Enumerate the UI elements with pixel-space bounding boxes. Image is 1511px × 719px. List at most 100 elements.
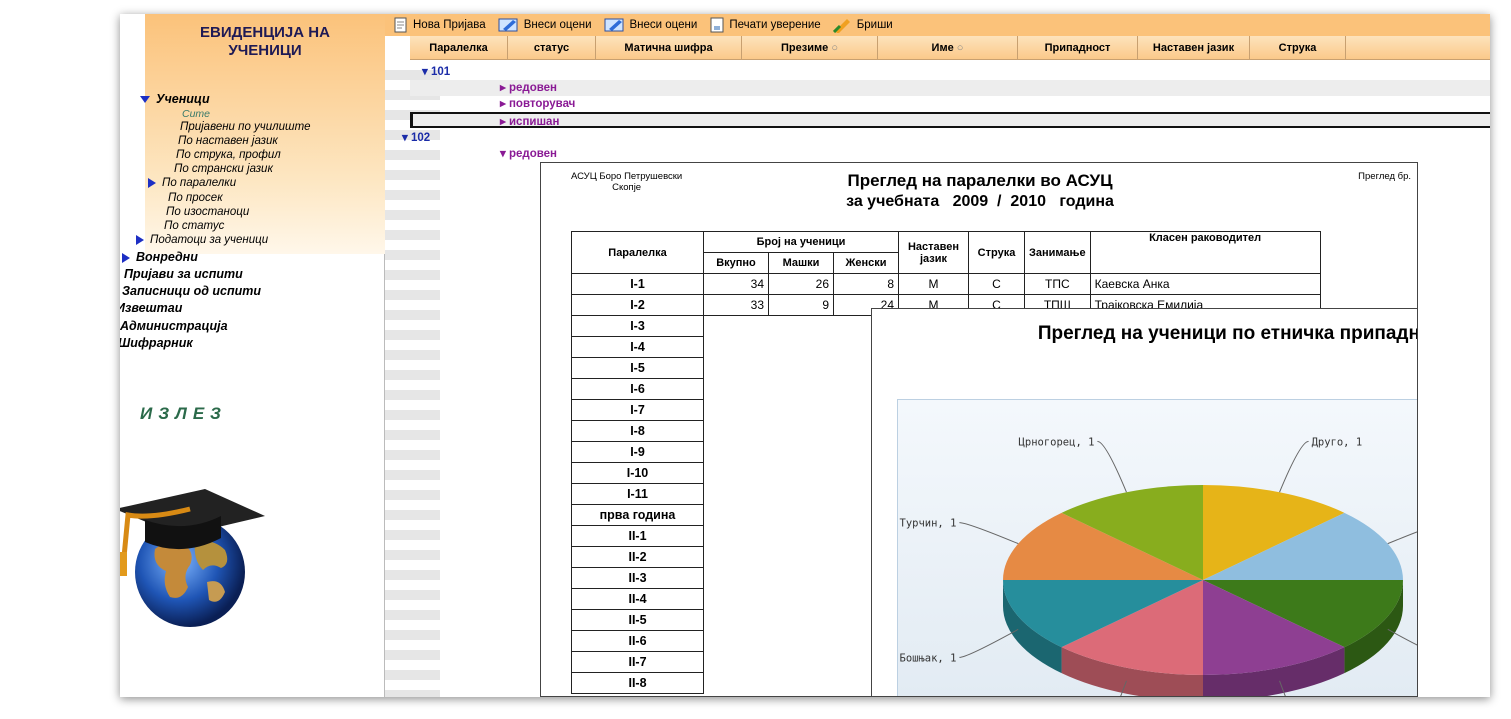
nav-zapisnici[interactable]: Записници од испити (122, 284, 261, 298)
button-label: Нова Пријава (413, 19, 486, 31)
th-rakovoditel: Класен раководител (1089, 231, 1321, 274)
cell-paralelka: II-3 (571, 567, 704, 589)
nav-sifrarnik[interactable]: Шифрарник (120, 336, 193, 350)
pie-data-label: Бошњак, 1 (900, 652, 957, 664)
nav-struka[interactable]: По струка, профил (176, 149, 281, 161)
cell-paralelka: II-4 (571, 588, 704, 610)
expand-arrow-icon (122, 252, 130, 263)
cell-paralelka: I-2 (571, 294, 704, 316)
group-101[interactable]: ▾ 101 (410, 64, 1490, 80)
pie-data-label: Турчин, 1 (900, 518, 957, 530)
status-group-regular[interactable]: ▸ редовен (410, 80, 1490, 96)
app-window: ЕВИДЕНЦИЈА НА УЧЕНИЦИ Ученици Сите Прија… (120, 14, 1490, 697)
sidebar: ЕВИДЕНЦИЈА НА УЧЕНИЦИ Ученици Сите Прија… (120, 14, 385, 697)
nav-izvestai[interactable]: Извештаи (120, 301, 182, 315)
nav-stranski-jazik[interactable]: По странски јазик (174, 163, 273, 175)
chart-area: Друго, 1Србин, 1Албанец, 1Ром, 1Македоне… (897, 399, 1417, 696)
status-label: редовен (508, 82, 557, 94)
delete-button[interactable]: Бриши (832, 17, 893, 33)
cell-paralelka: I-10 (571, 462, 704, 484)
cell-paralelka: I-3 (571, 315, 704, 337)
expand-arrow-icon: ▸ (500, 98, 506, 110)
report-header-row: Паралелка Број на ученици Наставен јазик… (571, 231, 1321, 274)
col-maticna-sifra[interactable]: Матична шифра (596, 36, 742, 60)
nav-vonredni[interactable]: Вонредни (122, 250, 198, 264)
nav-paralelki[interactable]: По паралелки (148, 177, 236, 189)
nav-nastaven-jazik[interactable]: По наставен јазик (178, 135, 278, 147)
graduation-globe-logo (120, 489, 265, 627)
cell-paralelka: I-11 (571, 483, 704, 505)
th-zanimanje: Занимање (1024, 231, 1091, 274)
enter-grades-button[interactable]: Внеси оцени (498, 17, 592, 33)
enter-grades-button-2[interactable]: Внеси оцени (604, 17, 698, 33)
cell-vkupno: 33 (703, 294, 769, 316)
status-group-regular-102[interactable]: ▾ редовен (410, 146, 1490, 162)
button-label: Внеси оцени (629, 19, 698, 31)
cell-paralelka: I-9 (571, 441, 704, 463)
status-label: повторувач (508, 98, 576, 110)
th-jazik: Наставен јазик (898, 231, 969, 274)
cell-paralelka: I-7 (571, 399, 704, 421)
cell-paralelka: прва година (571, 504, 704, 526)
col-struka[interactable]: Струка (1250, 36, 1346, 60)
nav-prijaveni[interactable]: Пријавени по училиште (180, 121, 311, 133)
pie-leader-line (1279, 440, 1309, 493)
nav-status[interactable]: По статус (164, 220, 224, 232)
nav-label: Податоци за ученици (150, 234, 269, 246)
nav-label: Ученици (156, 92, 210, 106)
nav-label: Вонредни (136, 250, 198, 264)
expand-arrow-icon (140, 96, 150, 104)
eraser-icon (832, 19, 850, 33)
report-subtitle: за учебната 2009 / 2010 година (846, 193, 1114, 210)
button-label: Бриши (856, 19, 893, 31)
nav-prijavi[interactable]: Пријави за испити (124, 267, 243, 281)
main-panel: Нова Пријава Внеси оцени Внеси оцени Печ… (385, 14, 1490, 697)
col-paralelka[interactable]: Паралелка (410, 36, 508, 60)
col-ime[interactable]: Име ○ (878, 36, 1018, 60)
cell-paralelka: II-5 (571, 609, 704, 631)
col-pripadnost[interactable]: Припадност (1018, 36, 1138, 60)
nav-admin[interactable]: Администрација (120, 319, 228, 333)
nav-podatoci[interactable]: Податоци за ученици (136, 234, 268, 246)
ethnicity-pie-chart: Друго, 1Србин, 1Албанец, 1Ром, 1Македоне… (900, 436, 1417, 696)
cell-maski: 9 (768, 294, 834, 316)
group-label: 101 (430, 66, 451, 78)
print-document-icon (710, 17, 724, 33)
nav-prosek[interactable]: По просек (168, 192, 223, 204)
pie-leader-line (1387, 531, 1417, 545)
cell-jazik: М (898, 273, 969, 295)
status-group-repeater[interactable]: ▸ повторувач (410, 96, 1490, 112)
cell-zanimanje: ТПС (1024, 273, 1091, 295)
edit-grades-icon (498, 18, 518, 32)
cell-vkupno: 34 (703, 273, 769, 295)
new-application-button[interactable]: Нова Пријава (393, 17, 486, 33)
button-label: Внеси оцени (523, 19, 592, 31)
group-toggle: ▾ (402, 132, 408, 144)
cell-paralelka: I-6 (571, 378, 704, 400)
toolbar: Нова Пријава Внеси оцени Внеси оцени Печ… (385, 14, 1490, 36)
pie-leader-line (959, 522, 1019, 545)
report-number: Преглед бр. (1358, 171, 1411, 182)
exit-link[interactable]: ИЗЛЕЗ (140, 404, 227, 424)
col-status[interactable]: статус (508, 36, 596, 60)
sort-icon: ○ (956, 42, 964, 54)
status-group-dropped[interactable]: ▸ испишан (410, 112, 1490, 128)
th-broj: Број на ученици (703, 231, 899, 253)
report-title: Преглед на паралелки во АСУЦ (847, 171, 1113, 190)
group-102[interactable]: ▾ 102 (390, 130, 1470, 146)
app-title: ЕВИДЕНЦИЈА НА УЧЕНИЦИ (145, 24, 385, 60)
nav-site[interactable]: Сите (182, 108, 210, 120)
report-row: I-1 34 26 8 М С ТПС Каевска Анка (571, 273, 1321, 295)
print-certificate-button[interactable]: Печати уверение (709, 17, 821, 33)
nav-ucenici[interactable]: Ученици (140, 92, 210, 106)
pie-data-label: Друго, 1 (1312, 436, 1363, 448)
th-paralelka: Паралелка (571, 231, 704, 274)
cell-paralelka: I-5 (571, 357, 704, 379)
nav-izostanoci[interactable]: По изостаноци (166, 206, 249, 218)
col-nastaven-jazik[interactable]: Наставен јазик (1138, 36, 1250, 60)
button-label: Печати уверение (729, 19, 821, 31)
col-prezime[interactable]: Презиме ○ (742, 36, 878, 60)
cell-rakovoditel: Каевска Анка (1089, 273, 1321, 295)
expand-arrow-icon (136, 234, 144, 245)
th-vkupno: Вкупно (703, 252, 769, 274)
